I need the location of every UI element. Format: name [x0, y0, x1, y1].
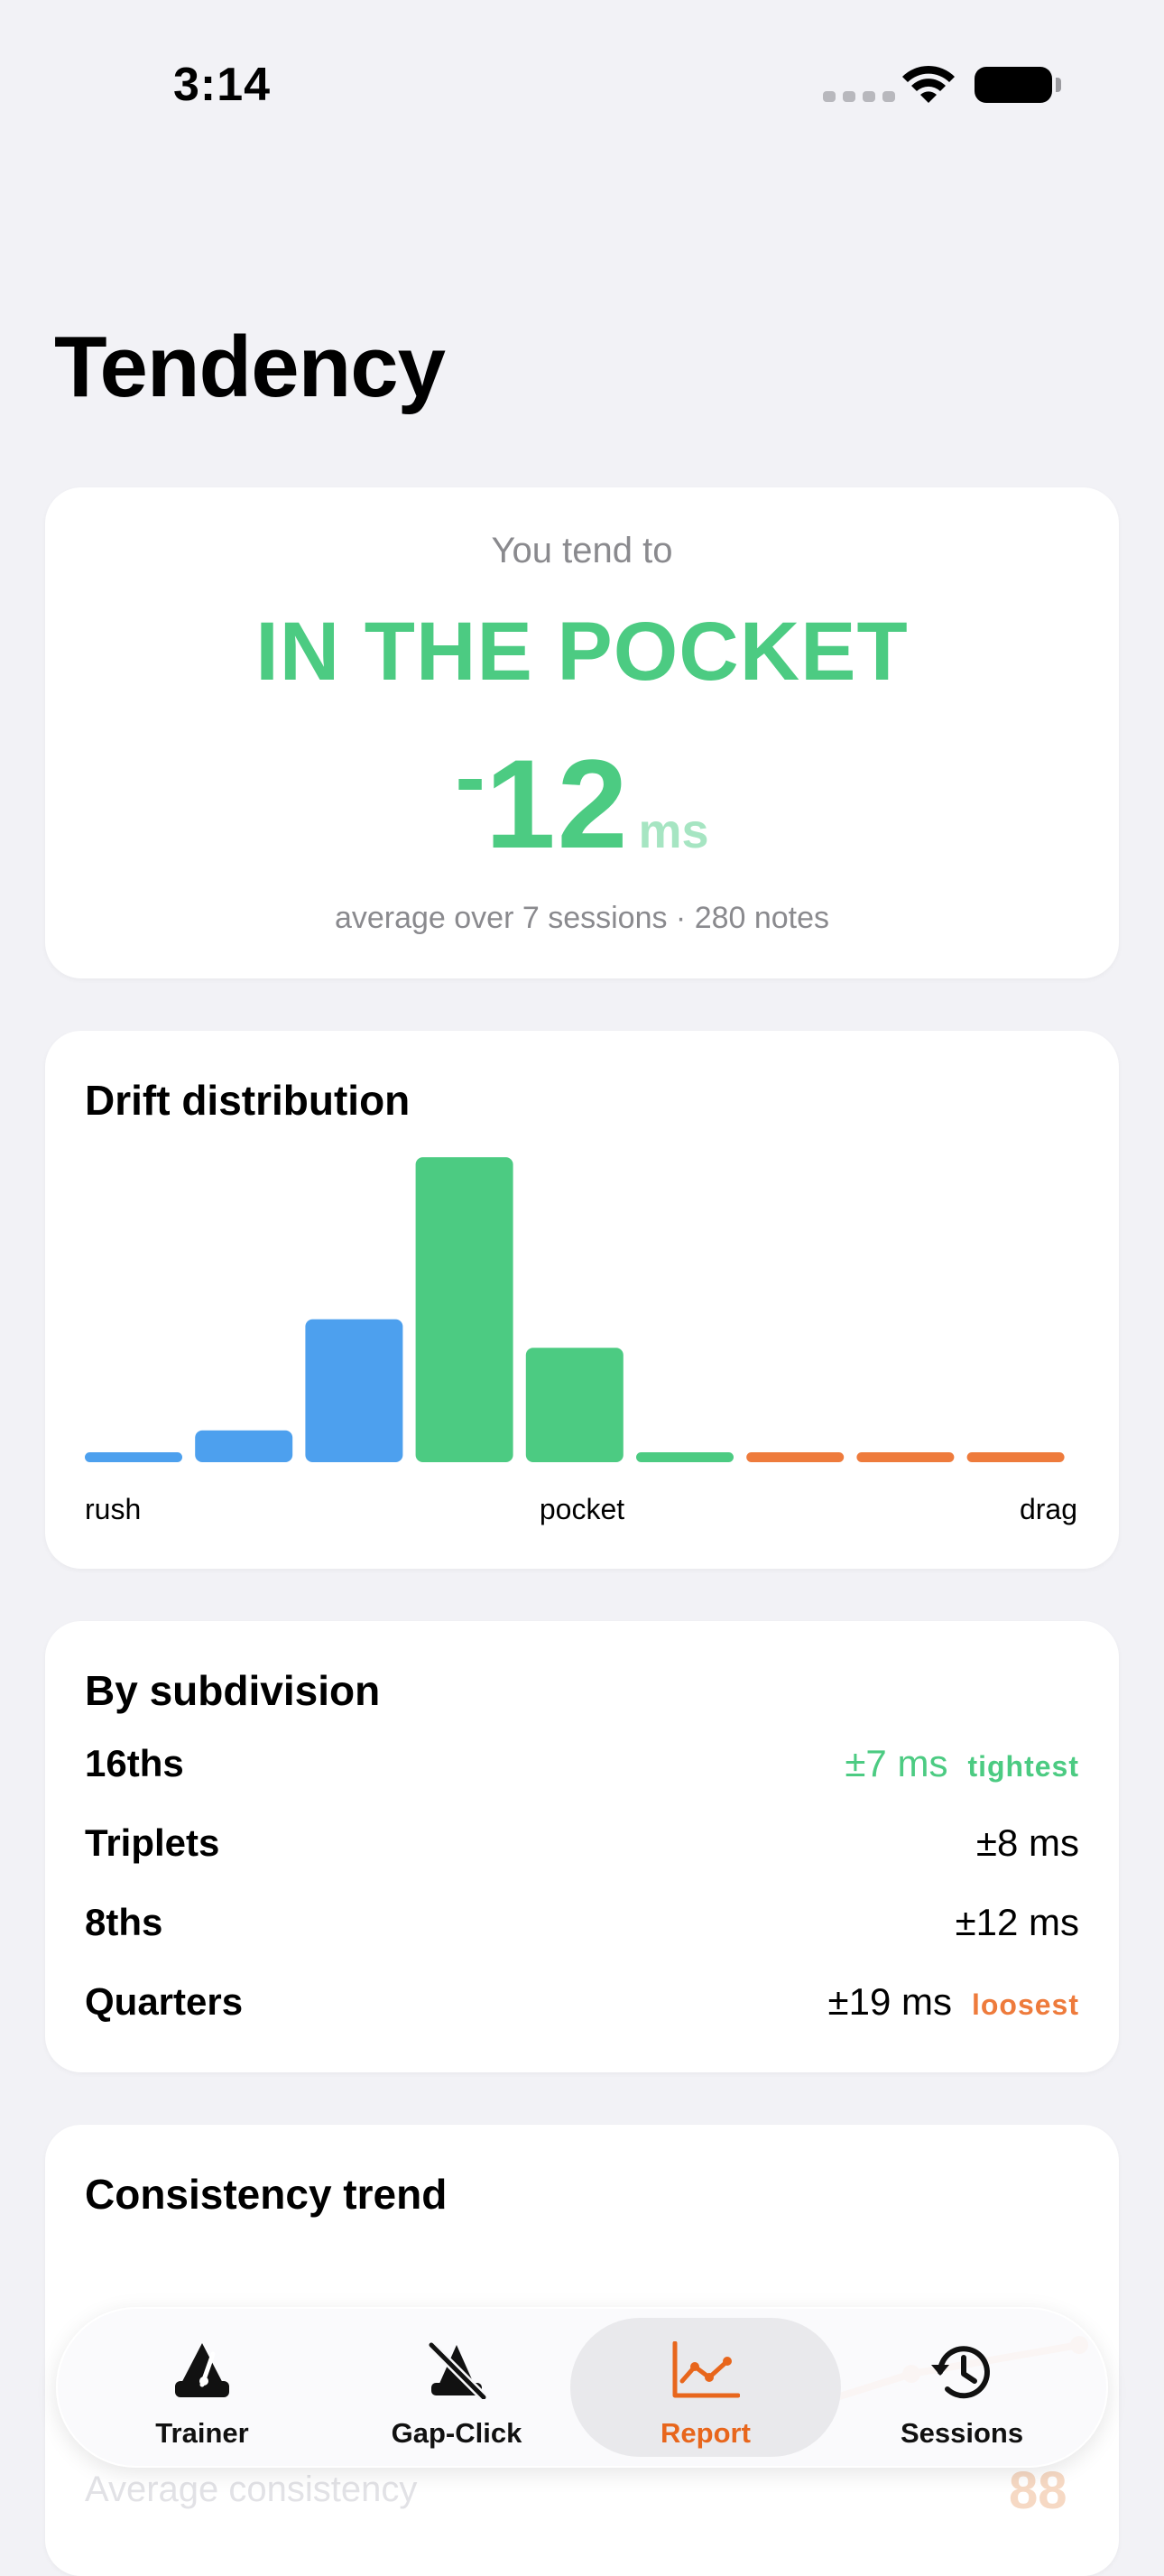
loosest-badge: loosest — [971, 1988, 1079, 2021]
average-consistency-value: 88 — [1009, 2461, 1067, 2520]
axis-label-pocket: pocket — [539, 1493, 625, 1525]
battery-icon — [975, 67, 1061, 103]
subdivision-title: By subdivision — [85, 1667, 381, 1714]
tendency-summary-card: You tend to IN THE POCKET -12 ms average … — [45, 487, 1119, 978]
page-title: Tendency — [54, 319, 446, 415]
drift-distribution-card: Drift distribution rush pocket drag — [45, 1031, 1119, 1569]
tab-report[interactable]: Report — [570, 2318, 841, 2457]
subdivision-value: ±12 ms — [955, 1901, 1079, 1943]
histogram-bar-5 — [525, 1348, 624, 1462]
histogram-bar-2 — [195, 1430, 293, 1462]
subdivision-row: Triplets ±8 ms — [85, 1821, 1079, 1876]
wifi-icon — [902, 65, 955, 103]
subdivision-label: Quarters — [85, 1980, 244, 2023]
histogram-bar-6 — [636, 1452, 734, 1462]
offset-unit: ms — [638, 804, 709, 858]
summary-average-offset: -12 ms — [45, 727, 1119, 877]
subdivision-label: 8ths — [85, 1901, 163, 1943]
offset-sign: - — [455, 727, 485, 828]
histogram-bar-3 — [305, 1319, 403, 1462]
tab-bar: Trainer Gap-Click Report Sessions — [56, 2307, 1108, 2468]
histogram-bar-7 — [746, 1452, 845, 1462]
summary-lead: You tend to — [491, 531, 673, 570]
consistency-title: Consistency trend — [85, 2171, 448, 2218]
drift-title: Drift distribution — [85, 1077, 411, 1124]
tab-report-label: Report — [661, 2417, 751, 2449]
subdivision-value: ±19 ms — [827, 1980, 952, 2023]
subdivision-row: Quarters ±19 ms loosest — [85, 1980, 1079, 2034]
subdivision-value: ±8 ms — [975, 1821, 1079, 1864]
axis-label-drag: drag — [1019, 1493, 1077, 1525]
tightest-badge: tightest — [967, 1750, 1079, 1783]
cellular-signal-icon — [823, 91, 895, 102]
subdivision-label: 16ths — [85, 1742, 184, 1784]
subdivision-value: ±7 ms — [845, 1742, 948, 1784]
histogram-bar-8 — [856, 1452, 955, 1462]
metronome-icon — [175, 2343, 229, 2397]
tab-gap-click-label: Gap-Click — [391, 2417, 522, 2449]
history-icon — [931, 2346, 990, 2399]
histogram-bar-4 — [415, 1157, 513, 1462]
status-time: 3:14 — [173, 59, 272, 111]
tab-gap-click[interactable]: Gap-Click — [321, 2318, 592, 2457]
average-consistency-label: Average consistency — [85, 2469, 418, 2509]
subdivision-row: 16ths ±7 ms tightest — [85, 1742, 1079, 1796]
histogram-bar-1 — [85, 1452, 182, 1462]
histogram-bar-9 — [966, 1452, 1065, 1462]
muted-metronome-icon — [428, 2341, 487, 2399]
chart-icon — [672, 2341, 740, 2398]
summary-footnote: average over 7 sessions · 280 notes — [334, 901, 830, 935]
subdivision-card: By subdivision 16ths ±7 ms tightest Trip… — [45, 1621, 1119, 2072]
tab-trainer-label: Trainer — [155, 2417, 249, 2449]
tab-sessions[interactable]: Sessions — [827, 2318, 1097, 2457]
subdivision-row: 8ths ±12 ms — [85, 1901, 1079, 1955]
tab-sessions-label: Sessions — [900, 2417, 1024, 2449]
summary-verdict: IN THE POCKET — [255, 606, 909, 698]
drift-histogram — [85, 1157, 1065, 1462]
tab-trainer[interactable]: Trainer — [67, 2318, 337, 2457]
offset-value: 12 — [485, 733, 630, 875]
subdivision-label: Triplets — [85, 1821, 220, 1864]
